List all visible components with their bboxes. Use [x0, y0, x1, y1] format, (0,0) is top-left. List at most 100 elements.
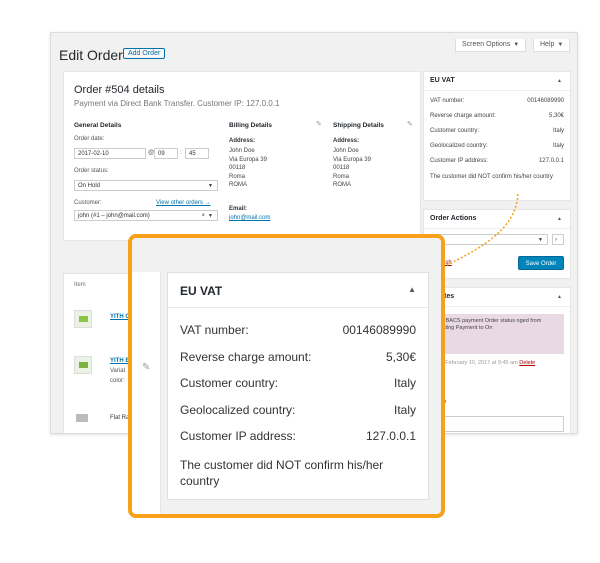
- address-line: Roma: [333, 173, 350, 180]
- order-minute-input[interactable]: 45: [185, 148, 209, 159]
- product-thumbnail: [74, 356, 92, 374]
- eu-vat-panel-zoomed: EU VAT ▲ VAT number: 00146089990 Reverse …: [167, 272, 429, 500]
- collapse-arrow-icon[interactable]: ▲: [408, 285, 416, 294]
- vat-value: 5,30€: [385, 350, 416, 364]
- help-button[interactable]: Help ▼: [533, 39, 571, 52]
- vat-value: 127.0.0.1: [538, 158, 564, 164]
- shipping-details-title: Shipping Details: [333, 122, 384, 129]
- address-line: 00118: [229, 165, 246, 171]
- add-note-textarea[interactable]: [430, 416, 564, 432]
- vat-label: Customer IP address:: [430, 158, 488, 164]
- collapse-arrow-icon[interactable]: ▲: [557, 288, 562, 306]
- vat-row: VAT number: 00146089990: [180, 323, 416, 339]
- product-thumbnail: [74, 310, 92, 328]
- order-hour-input[interactable]: 09: [154, 148, 178, 159]
- vat-row: Reverse charge amount: 5,30€: [430, 113, 564, 123]
- vat-row: Customer IP address: 127.0.0.1: [180, 429, 416, 445]
- chevron-down-icon: ▼: [557, 42, 564, 48]
- vat-row: Geolocalized country: Italy: [180, 403, 416, 419]
- order-status-label: Order status:: [74, 168, 109, 174]
- order-date-label: Order date:: [74, 136, 105, 142]
- time-separator: :: [180, 150, 182, 156]
- vat-label: Customer country:: [180, 376, 279, 390]
- vat-row: VAT number: 00146089990: [430, 98, 564, 108]
- vat-label: Reverse charge amount:: [430, 113, 496, 119]
- vat-row: Geolocalized country: Italy: [430, 143, 564, 153]
- item-link[interactable]: YITH B: [110, 358, 130, 364]
- customer-select[interactable]: john (#1 – john@mail.com) × ▼: [74, 210, 218, 221]
- vat-label: VAT number:: [180, 323, 249, 337]
- eu-vat-box: EU VAT ▲ VAT number: 00146089990 Reverse c…: [423, 71, 571, 201]
- apply-action-button[interactable]: ›: [552, 234, 564, 245]
- customer-label: Customer:: [74, 200, 102, 206]
- shipping-address-label: Address:: [333, 138, 360, 144]
- view-other-orders-link[interactable]: View other orders →: [156, 200, 211, 206]
- edit-pencil-icon[interactable]: ✎: [316, 120, 322, 128]
- vat-value: Italy: [393, 376, 416, 390]
- shipping-address: John Doe Via Europa 39 00118 Roma ROMA: [333, 147, 371, 190]
- edit-pencil-icon[interactable]: ✎: [142, 362, 150, 373]
- add-order-button[interactable]: Add Order: [123, 48, 166, 59]
- vat-label: Customer IP address:: [180, 429, 296, 443]
- billing-address: John Doe Via Europa 39 00118 Roma ROMA: [229, 147, 267, 190]
- vat-value: 5,30€: [548, 113, 564, 119]
- address-line: Via Europa 39: [229, 156, 267, 163]
- vat-label: Customer country:: [430, 128, 480, 134]
- chevron-down-icon: ▼: [208, 183, 213, 189]
- chevron-right-icon: ›: [555, 237, 557, 243]
- shipping-item: Flat Ra: [110, 415, 130, 421]
- item-link[interactable]: YITH C: [110, 314, 130, 320]
- order-subtitle: Payment via Direct Bank Transfer. Custom…: [74, 99, 280, 108]
- zoom-callout: ✎ EU VAT ▲ VAT number: 00146089990 Revers…: [128, 234, 445, 518]
- order-notes-box: r Notes▲ iting BACS payment Order status…: [423, 287, 571, 433]
- help-label: Help: [540, 41, 555, 48]
- eu-vat-title-zoomed: EU VAT: [180, 284, 223, 298]
- delete-note-link[interactable]: Delete: [519, 360, 535, 366]
- edit-pencil-icon[interactable]: ✎: [407, 120, 413, 128]
- vat-row: Customer country: Italy: [430, 128, 564, 138]
- vat-value: Italy: [393, 403, 416, 417]
- vat-note-zoomed: The customer did NOT confirm his/her cou…: [180, 458, 384, 488]
- eu-vat-header[interactable]: EU VAT ▲: [424, 72, 570, 91]
- product-bag-icon: [79, 362, 88, 368]
- eu-vat-title: EU VAT: [430, 77, 455, 84]
- vat-row: Reverse charge amount: 5,30€: [180, 350, 416, 366]
- clear-icon[interactable]: ×: [201, 211, 205, 222]
- chevron-down-icon: ▼: [538, 237, 543, 243]
- order-status-value: On Hold: [78, 183, 101, 189]
- note-meta: ed on February 10, 2017 at 9:45 am Delet…: [430, 360, 535, 366]
- vat-label: Reverse charge amount:: [180, 350, 312, 364]
- vat-value: 00146089990: [527, 98, 564, 104]
- vat-row: Customer country: Italy: [180, 376, 416, 392]
- zoom-side-column: [132, 272, 161, 514]
- collapse-arrow-icon[interactable]: ▲: [557, 72, 562, 90]
- screen-options-button[interactable]: Screen Options ▼: [455, 39, 527, 52]
- address-line: Via Europa 39: [333, 156, 371, 163]
- billing-details-title: Billing Details: [229, 122, 272, 129]
- vat-label: Geolocalized country:: [430, 143, 488, 149]
- address-line: ROMA: [333, 182, 351, 188]
- order-notes-header[interactable]: r Notes▲: [424, 288, 570, 307]
- customer-value: john (#1 – john@mail.com): [78, 213, 150, 219]
- billing-address-label: Address:: [229, 138, 256, 144]
- order-date-input[interactable]: 2017-02-10: [74, 148, 146, 159]
- collapse-arrow-icon[interactable]: ▲: [557, 210, 562, 228]
- order-status-select[interactable]: On Hold ▼: [74, 180, 218, 191]
- vat-value: 127.0.0.1: [365, 429, 416, 443]
- order-title: Order #504 details: [74, 84, 165, 96]
- vat-value: 00146089990: [342, 323, 416, 337]
- billing-email-link[interactable]: john@mail.com: [229, 215, 270, 221]
- vat-note: The customer did NOT confirm his/her cou…: [430, 174, 553, 180]
- items-column-header: Item: [74, 282, 86, 288]
- eu-vat-header-zoomed[interactable]: EU VAT ▲: [168, 273, 428, 308]
- item-variation: Variat: [110, 368, 126, 374]
- address-line: 00118: [333, 165, 350, 171]
- screen-options-label: Screen Options: [462, 41, 511, 48]
- vat-row: Customer IP address: 127.0.0.1: [430, 158, 564, 168]
- vat-label: VAT number:: [430, 98, 465, 104]
- order-note: iting BACS payment Order status nged fro…: [430, 314, 564, 354]
- order-details-box: Order #504 details Payment via Direct Ba…: [63, 71, 421, 241]
- vat-label: Geolocalized country:: [180, 403, 296, 417]
- vat-value: Italy: [552, 143, 564, 149]
- page-title: Edit Order: [59, 47, 123, 63]
